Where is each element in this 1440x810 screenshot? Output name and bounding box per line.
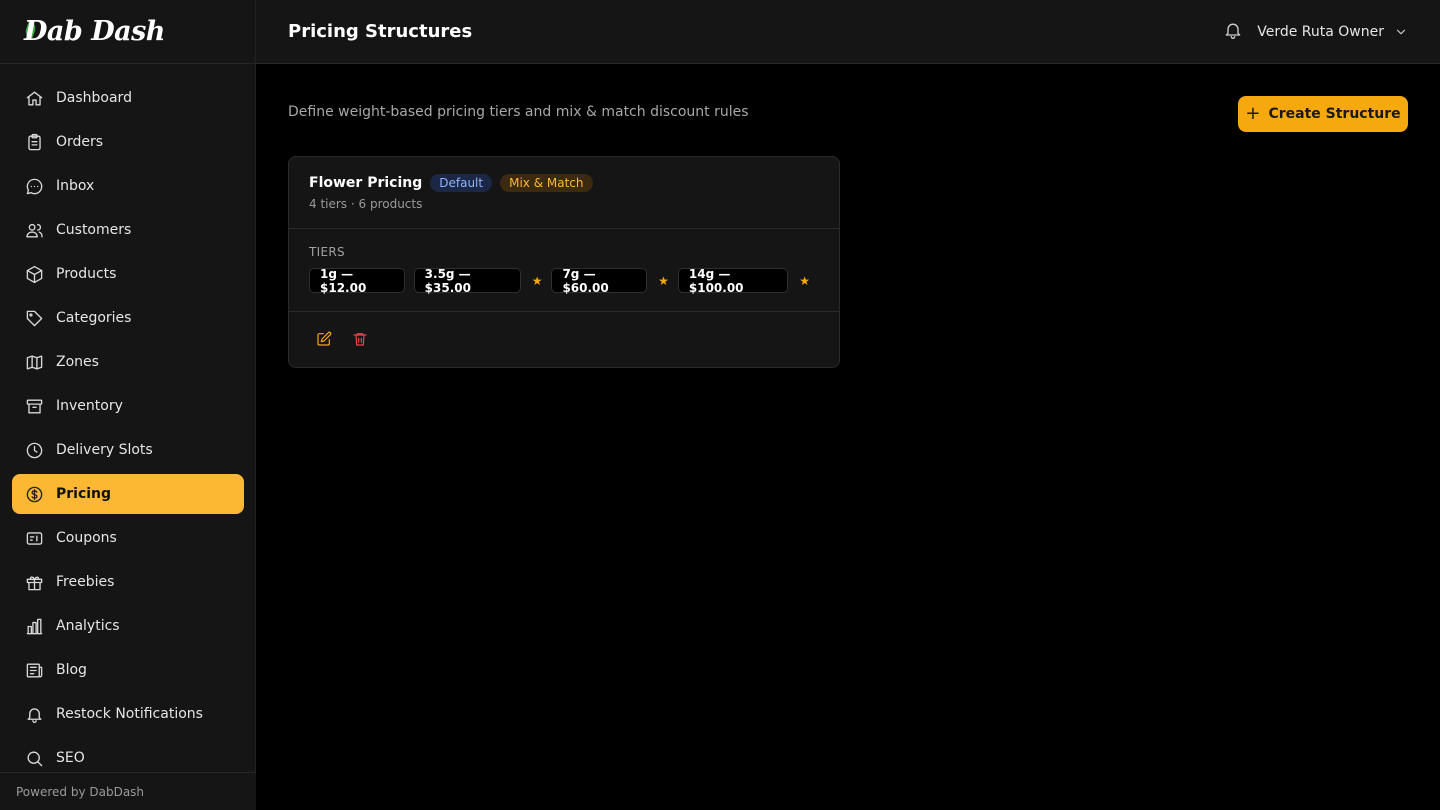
card-title-row: Flower Pricing Default Mix & Match [309, 174, 819, 192]
logo[interactable]: Dab Dash [23, 16, 165, 47]
sidebar-item-label: Analytics [56, 618, 120, 634]
chat-icon [24, 176, 44, 196]
create-structure-button[interactable]: + Create Structure [1238, 96, 1408, 132]
users-icon [24, 220, 44, 240]
sidebar-item-label: Products [56, 266, 117, 282]
chevron-down-icon [1396, 29, 1406, 34]
sidebar-item-label: Freebies [56, 574, 115, 590]
sidebar-item-label: Pricing [56, 486, 112, 502]
star-icon: ★ [531, 273, 543, 288]
tier-chip: 14g — $100.00 [677, 267, 789, 295]
sidebar-item-label: Inventory [56, 398, 123, 414]
star-icon: ★ [658, 273, 669, 288]
tiers-label: TIERS [309, 245, 345, 259]
notification-bell-icon[interactable] [1223, 20, 1243, 44]
box-icon [24, 264, 44, 284]
dollar-icon [24, 484, 44, 504]
search-icon [24, 748, 44, 768]
gift-icon [24, 572, 44, 592]
clipboard-icon [24, 132, 44, 152]
page-title: Pricing Structures [288, 21, 473, 42]
tiers-section: TIERS 1g — $12.00 3.5g — $35.00 ★ 7g — $… [289, 229, 839, 312]
trash-icon[interactable] [351, 330, 369, 348]
page-subtitle: Define weight-based pricing tiers and mi… [288, 104, 749, 120]
bar-chart-icon [24, 616, 44, 636]
card-header: Flower Pricing Default Mix & Match 4 tie… [289, 157, 839, 229]
sidebar-item-label: Inbox [56, 178, 95, 194]
sidebar-item-label: Coupons [56, 530, 117, 546]
sidebar-item-label: Zones [56, 354, 99, 370]
clock-icon [24, 440, 44, 460]
tier-chip: 7g — $60.00 [551, 267, 648, 295]
sidebar-item-label: Restock Notifications [56, 706, 203, 722]
sidebar-nav: Dashboard Orders Inbox Customers Product… [12, 78, 244, 772]
create-structure-label: Create Structure [1268, 106, 1401, 122]
sidebar-item-blog[interactable]: Blog [12, 650, 244, 690]
sidebar-item-products[interactable]: Products [12, 254, 244, 294]
sidebar-item-label: Customers [56, 222, 132, 238]
sidebar-item-label: Orders [56, 134, 104, 150]
tier-list: 1g — $12.00 3.5g — $35.00 ★ 7g — $60.00 … [309, 267, 819, 295]
ticket-icon [24, 528, 44, 548]
logo-area: Dab Dash [0, 0, 255, 64]
sidebar-item-orders[interactable]: Orders [12, 122, 244, 162]
sidebar-item-coupons[interactable]: Coupons [12, 518, 244, 558]
top-bar: Pricing Structures Verde Ruta Owner [256, 0, 1440, 64]
star-icon: ★ [799, 273, 811, 288]
sidebar-item-label: SEO [56, 750, 85, 766]
sidebar-item-freebies[interactable]: Freebies [12, 562, 244, 602]
sidebar-item-zones[interactable]: Zones [12, 342, 244, 382]
sidebar-item-customers[interactable]: Customers [12, 210, 244, 250]
user-name: Verde Ruta Owner [1257, 23, 1384, 40]
user-menu-button[interactable]: Verde Ruta Owner [1257, 24, 1408, 40]
sidebar-footer: Powered by DabDash [0, 772, 256, 810]
sidebar-item-dashboard[interactable]: Dashboard [12, 78, 244, 118]
archive-icon [24, 396, 44, 416]
tag-icon [24, 308, 44, 328]
logo-text: Dab Dash [24, 16, 165, 47]
default-badge: Default [430, 174, 493, 192]
bell-icon [24, 704, 44, 724]
sidebar: Dab Dash Dashboard Orders Inbox Customer… [0, 0, 256, 810]
tier-chip: 3.5g — $35.00 [413, 267, 521, 295]
sidebar-item-label: Categories [56, 310, 132, 326]
structure-meta: 4 tiers · 6 products [309, 197, 423, 211]
sidebar-item-restock-notifications[interactable]: Restock Notifications [12, 694, 244, 734]
sidebar-item-delivery-slots[interactable]: Delivery Slots [12, 430, 244, 470]
sidebar-item-analytics[interactable]: Analytics [12, 606, 244, 646]
mix-match-badge: Mix & Match [500, 174, 593, 192]
tier-chip: 1g — $12.00 [309, 267, 405, 295]
sidebar-item-label: Dashboard [56, 90, 132, 106]
sidebar-item-categories[interactable]: Categories [12, 298, 244, 338]
newspaper-icon [24, 660, 44, 680]
sidebar-item-inventory[interactable]: Inventory [12, 386, 244, 426]
sidebar-item-label: Delivery Slots [56, 442, 153, 458]
sidebar-item-seo[interactable]: SEO [12, 738, 244, 772]
structure-name: Flower Pricing [309, 175, 423, 191]
top-right-controls: Verde Ruta Owner [1223, 20, 1408, 44]
pricing-structure-card: Flower Pricing Default Mix & Match 4 tie… [288, 156, 840, 368]
plus-icon: + [1245, 103, 1261, 124]
home-icon [24, 88, 44, 108]
map-icon [24, 352, 44, 372]
edit-icon[interactable] [315, 330, 333, 348]
sidebar-item-inbox[interactable]: Inbox [12, 166, 244, 206]
sidebar-item-label: Blog [56, 662, 87, 678]
card-actions [289, 312, 839, 366]
sidebar-item-pricing[interactable]: Pricing [12, 474, 244, 514]
